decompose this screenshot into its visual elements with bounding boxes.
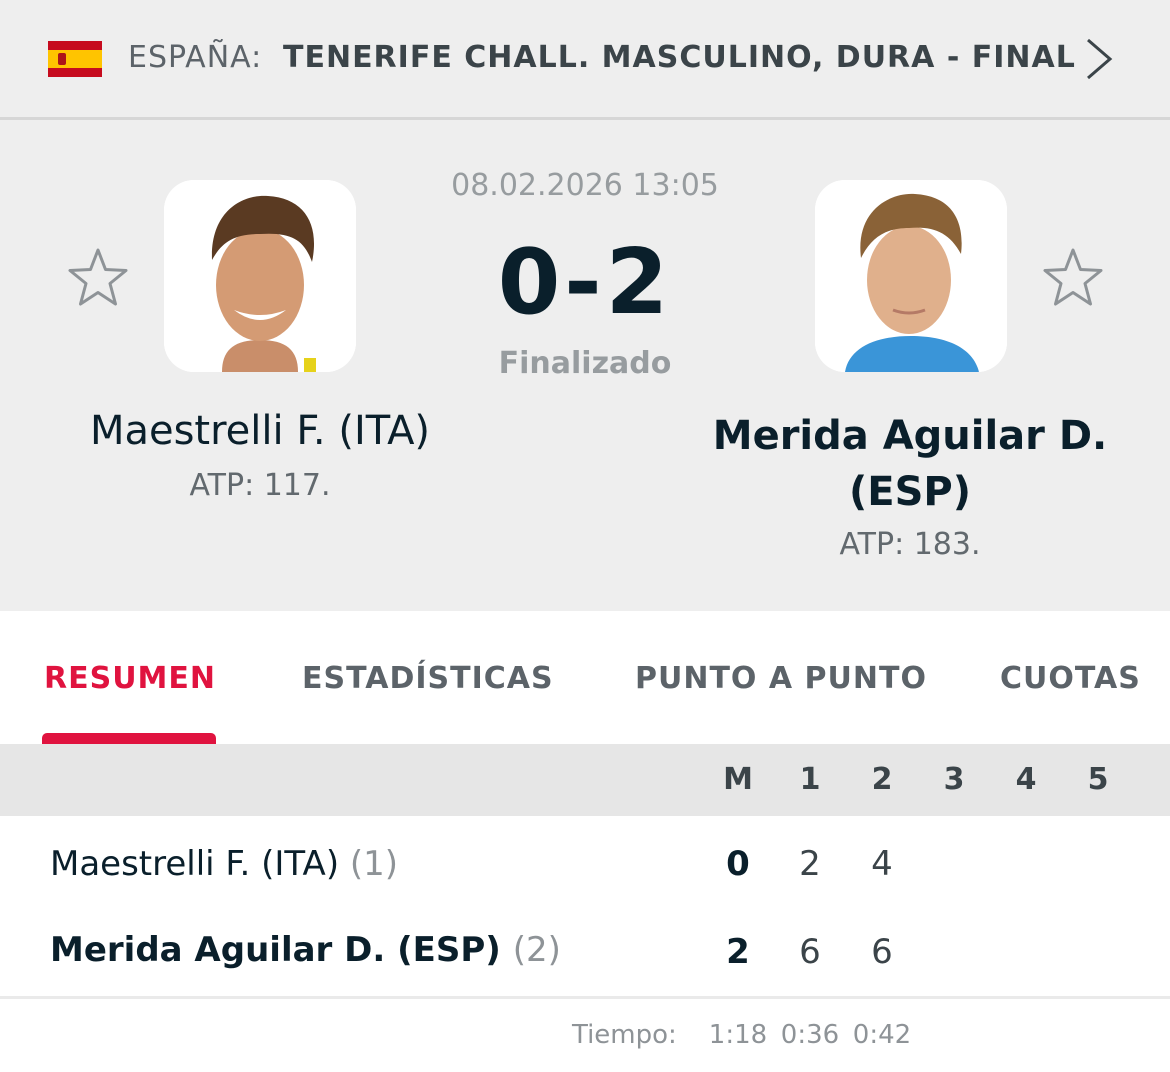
tab-estadisticas[interactable]: ESTADÍSTICAS bbox=[302, 661, 554, 696]
chevron-right-icon[interactable] bbox=[1082, 36, 1116, 82]
col-header-set1: 1 bbox=[799, 762, 821, 797]
player-photo-away bbox=[815, 180, 1007, 372]
col-header-set3: 3 bbox=[943, 762, 965, 797]
tab-punto-a-punto[interactable]: PUNTO A PUNTO bbox=[635, 661, 927, 696]
league-name[interactable]: TENERIFE CHALL. MASCULINO, DURA - FINAL bbox=[283, 40, 1076, 75]
row-player-name: Merida Aguilar D. (ESP) bbox=[50, 930, 501, 970]
time-set1: 0:36 bbox=[780, 1020, 840, 1050]
home-set1-score: 2 bbox=[799, 844, 821, 884]
player-name-home[interactable]: Maestrelli F. (ITA) bbox=[40, 408, 480, 454]
col-header-set4: 4 bbox=[1015, 762, 1037, 797]
player-avatar-away[interactable] bbox=[815, 180, 1007, 372]
country-label: ESPAÑA: bbox=[128, 40, 263, 75]
home-match-score: 0 bbox=[726, 844, 750, 884]
time-label: Tiempo: bbox=[572, 1020, 677, 1050]
player-rank-away: ATP: 183. bbox=[839, 527, 981, 562]
away-set1-score: 6 bbox=[799, 932, 821, 972]
match-status: Finalizado bbox=[498, 346, 672, 381]
favorite-star-icon-away[interactable] bbox=[1041, 246, 1105, 310]
tab-resumen[interactable]: RESUMEN bbox=[44, 661, 216, 696]
col-header-match: M bbox=[723, 762, 753, 797]
match-datetime: 08.02.2026 13:05 bbox=[451, 168, 719, 203]
row-player-seed: (1) bbox=[349, 844, 399, 884]
scoreboard-body: Maestrelli F. (ITA) (1) 0 2 4 Merida Agu… bbox=[0, 816, 1170, 1072]
player-name-away-line1: Merida Aguilar D. bbox=[712, 413, 1108, 459]
row-player-name: Maestrelli F. (ITA) bbox=[50, 844, 340, 884]
col-header-set5: 5 bbox=[1087, 762, 1109, 797]
home-set2-score: 4 bbox=[871, 844, 893, 884]
match-score: 0-2 bbox=[497, 230, 673, 335]
scoreboard-header: M 1 2 3 4 5 bbox=[0, 744, 1170, 816]
spain-flag-icon bbox=[48, 41, 102, 77]
player-rank-home: ATP: 117. bbox=[189, 468, 331, 503]
competition-header[interactable]: ESPAÑA: TENERIFE CHALL. MASCULINO, DURA … bbox=[0, 0, 1170, 120]
time-set2: 0:42 bbox=[852, 1020, 912, 1050]
away-set2-score: 6 bbox=[871, 932, 893, 972]
tab-bar: RESUMEN ESTADÍSTICAS PUNTO A PUNTO CUOTA… bbox=[0, 611, 1170, 744]
player-avatar-home[interactable] bbox=[164, 180, 356, 372]
player-photo-home bbox=[164, 180, 356, 372]
tab-cuotas[interactable]: CUOTAS bbox=[1000, 661, 1141, 696]
col-header-set2: 2 bbox=[871, 762, 893, 797]
scoreboard-row-away-name[interactable]: Merida Aguilar D. (ESP) (2) bbox=[50, 930, 561, 970]
away-match-score: 2 bbox=[726, 932, 750, 972]
row-player-seed: (2) bbox=[512, 930, 561, 970]
player-name-away[interactable]: Merida Aguilar D. (ESP) bbox=[690, 408, 1130, 520]
player-name-away-line2: (ESP) bbox=[848, 469, 971, 515]
scoreboard-row-home-name[interactable]: Maestrelli F. (ITA) (1) bbox=[50, 844, 398, 884]
favorite-star-icon-home[interactable] bbox=[66, 246, 130, 310]
time-total: 1:18 bbox=[708, 1020, 768, 1050]
divider bbox=[0, 996, 1170, 999]
active-tab-indicator bbox=[42, 733, 216, 744]
